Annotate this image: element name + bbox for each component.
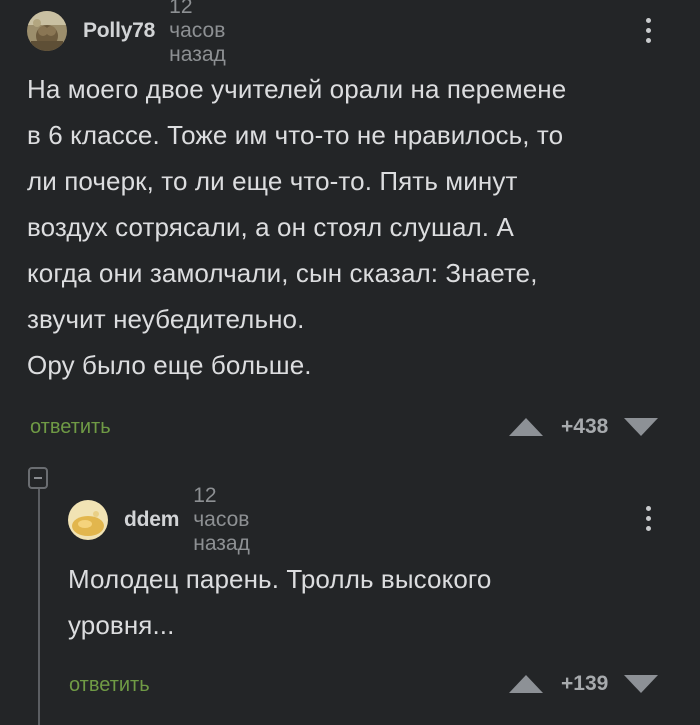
more-menu-icon[interactable] xyxy=(643,506,653,531)
upvote-icon[interactable] xyxy=(509,675,543,693)
user-avatar[interactable] xyxy=(27,11,67,51)
score: +438 xyxy=(561,415,609,438)
downvote-icon[interactable] xyxy=(624,675,659,693)
reply-button[interactable]: ответить xyxy=(30,416,111,439)
downvote-icon[interactable] xyxy=(624,418,659,436)
vote-controls: +438 xyxy=(509,414,659,440)
collapse-thread-button[interactable] xyxy=(28,467,48,489)
cat-avatar-icon xyxy=(27,11,67,51)
timestamp: 12 часов назад xyxy=(193,484,250,555)
thread-line[interactable] xyxy=(38,489,40,725)
comment-header: ddem 12 часов назад xyxy=(68,484,250,555)
more-menu-icon[interactable] xyxy=(643,18,653,43)
username[interactable]: ddem xyxy=(124,508,179,532)
user-avatar[interactable] xyxy=(68,500,108,540)
vote-controls: +139 xyxy=(509,671,659,697)
comment-text: Молодец парень. Тролль высокого уровня..… xyxy=(68,564,492,640)
golden-avatar-icon xyxy=(68,500,108,540)
timestamp: 12 часов назад xyxy=(169,0,226,66)
reply-button[interactable]: ответить xyxy=(69,674,150,697)
comment-text: На моего двое учителей орали на перемене… xyxy=(27,74,567,380)
score: +139 xyxy=(561,672,609,695)
comment-header: Polly78 12 часов назад xyxy=(27,0,226,66)
username[interactable]: Polly78 xyxy=(83,19,155,43)
upvote-icon[interactable] xyxy=(509,418,543,436)
